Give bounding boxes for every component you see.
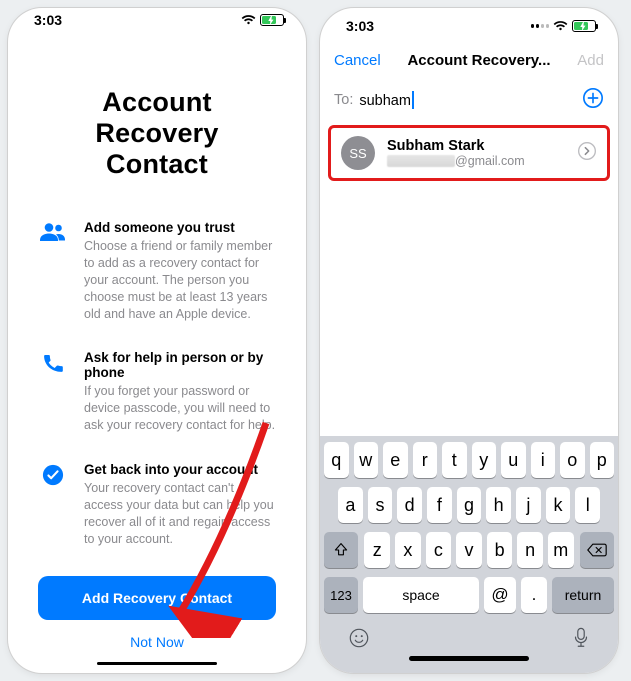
info-body: Choose a friend or family member to add … [84, 238, 276, 322]
to-label: To: [334, 92, 353, 108]
key-h[interactable]: h [486, 487, 511, 523]
key-e[interactable]: e [383, 442, 408, 478]
key-m[interactable]: m [548, 532, 574, 568]
info-heading: Get back into your account [84, 462, 276, 477]
to-input[interactable]: subham [359, 91, 582, 109]
key-w[interactable]: w [354, 442, 379, 478]
status-bar: 3:03 [8, 8, 306, 33]
signal-icon [531, 24, 549, 28]
key-z[interactable]: z [364, 532, 390, 568]
screen-add-contact-search: 3:03 Cancel Account Recovery... Add To: … [320, 8, 618, 673]
key-o[interactable]: o [560, 442, 585, 478]
key-b[interactable]: b [487, 532, 513, 568]
chevron-right-icon[interactable] [577, 141, 597, 166]
info-heading: Ask for help in person or by phone [84, 350, 276, 380]
redacted-text [387, 155, 455, 167]
nav-bar: Cancel Account Recovery... Add [320, 44, 618, 79]
key-s[interactable]: s [368, 487, 393, 523]
key-l[interactable]: l [575, 487, 600, 523]
people-icon [38, 220, 68, 322]
status-bar: 3:03 [320, 8, 618, 44]
info-body: Your recovery contact can't access your … [84, 480, 276, 548]
add-contact-icon[interactable] [582, 87, 604, 113]
key-j[interactable]: j [516, 487, 541, 523]
backspace-key[interactable] [580, 532, 614, 568]
key-r[interactable]: r [413, 442, 438, 478]
add-button[interactable]: Add [577, 52, 604, 69]
wifi-icon [241, 14, 256, 26]
info-heading: Add someone you trust [84, 220, 276, 235]
key-f[interactable]: f [427, 487, 452, 523]
text-cursor [412, 91, 414, 109]
period-key[interactable]: . [521, 577, 547, 613]
home-indicator[interactable] [409, 656, 529, 661]
key-d[interactable]: d [397, 487, 422, 523]
phone-icon [38, 350, 68, 434]
battery-icon [260, 14, 284, 26]
battery-icon [572, 20, 596, 32]
content-area: Account RecoveryContact Add someone you … [8, 33, 306, 656]
key-k[interactable]: k [546, 487, 571, 523]
key-v[interactable]: v [456, 532, 482, 568]
add-recovery-contact-button[interactable]: Add Recovery Contact [38, 576, 276, 620]
info-getback: Get back into your account Your recovery… [38, 462, 276, 548]
screen-recovery-intro: 3:03 Account RecoveryContact Add someone… [8, 8, 306, 673]
key-u[interactable]: u [501, 442, 526, 478]
key-n[interactable]: n [517, 532, 543, 568]
page-title: Account RecoveryContact [38, 87, 276, 180]
check-circle-icon [38, 462, 68, 548]
key-a[interactable]: a [338, 487, 363, 523]
key-t[interactable]: t [442, 442, 467, 478]
key-y[interactable]: y [472, 442, 497, 478]
dictation-key[interactable] [572, 627, 590, 654]
to-field-row[interactable]: To: subham [320, 79, 618, 121]
space-key[interactable]: space [363, 577, 479, 613]
key-p[interactable]: p [590, 442, 615, 478]
emoji-key[interactable] [348, 627, 370, 654]
avatar: SS [341, 136, 375, 170]
status-time: 3:03 [346, 18, 374, 34]
key-q[interactable]: q [324, 442, 349, 478]
contact-email: @gmail.com [387, 154, 565, 168]
numbers-key[interactable]: 123 [324, 577, 358, 613]
status-time: 3:03 [34, 12, 62, 28]
wifi-icon [553, 20, 568, 32]
home-indicator[interactable] [97, 662, 217, 665]
info-body: If you forget your password or device pa… [84, 383, 276, 434]
return-key[interactable]: return [552, 577, 614, 613]
info-ask: Ask for help in person or by phone If yo… [38, 350, 276, 434]
key-g[interactable]: g [457, 487, 482, 523]
keyboard[interactable]: qwertyuiop asdfghjkl zxcvbnm 123 space @… [320, 436, 618, 673]
shift-key[interactable] [324, 532, 358, 568]
key-i[interactable]: i [531, 442, 556, 478]
nav-title: Account Recovery... [407, 52, 550, 69]
info-trust: Add someone you trust Choose a friend or… [38, 220, 276, 322]
cancel-button[interactable]: Cancel [334, 52, 381, 69]
not-now-button[interactable]: Not Now [38, 620, 276, 656]
key-c[interactable]: c [426, 532, 452, 568]
at-key[interactable]: @ [484, 577, 516, 613]
contact-name: Subham Stark [387, 138, 565, 154]
contact-result-row[interactable]: SS Subham Stark @gmail.com [331, 128, 607, 178]
highlight-annotation: SS Subham Stark @gmail.com [328, 125, 610, 181]
key-x[interactable]: x [395, 532, 421, 568]
